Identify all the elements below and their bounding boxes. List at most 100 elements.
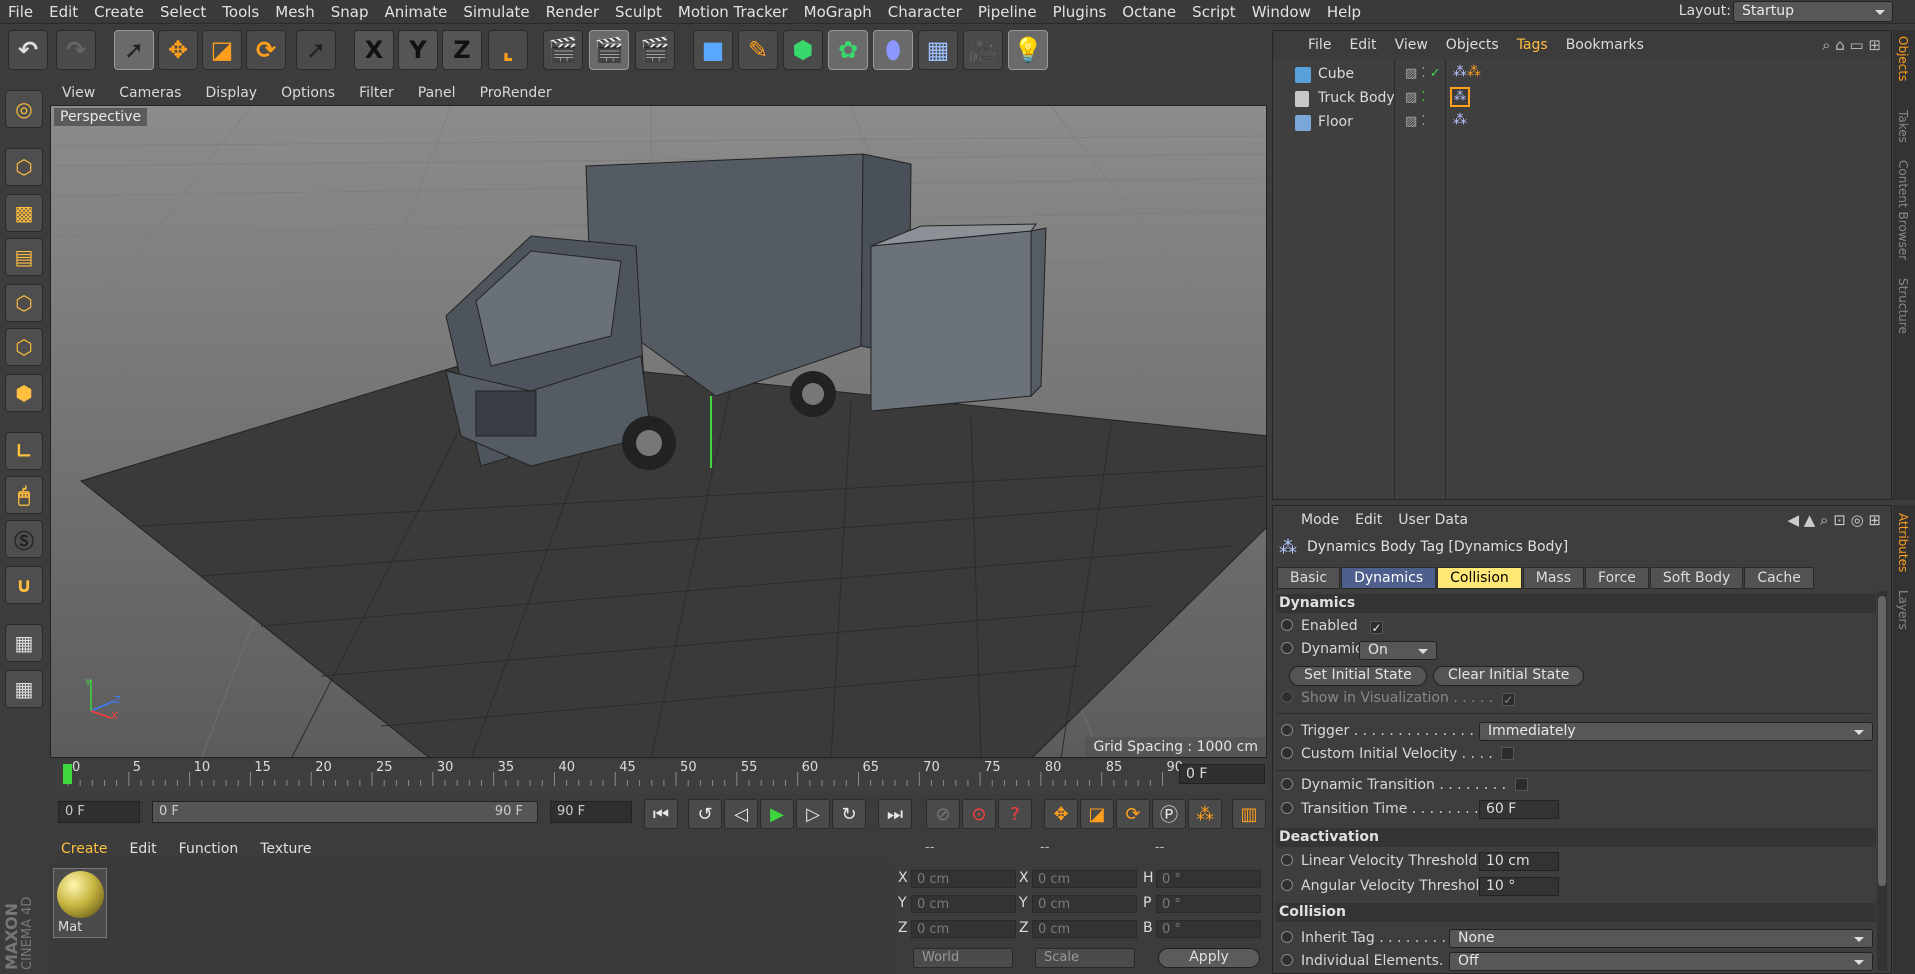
axis-x-button[interactable]: X (354, 30, 394, 70)
redo-icon[interactable]: ↷ (56, 30, 96, 70)
workplane-mode-icon[interactable]: ▤ (5, 238, 43, 276)
attr-menu-user-data[interactable]: User Data (1390, 512, 1476, 528)
end-frame-field[interactable]: 90 F (550, 801, 632, 823)
menu-character[interactable]: Character (880, 3, 970, 21)
animate-radio[interactable] (1281, 642, 1293, 654)
dynamics-tag-icon-selected[interactable]: ⁂ (1450, 87, 1470, 107)
rotation-p-field[interactable]: 0 ° (1156, 895, 1261, 913)
trigger-dropdown[interactable]: Immediately (1479, 722, 1873, 741)
render-view-icon[interactable]: 🎬 (543, 30, 583, 70)
go-to-end-icon[interactable]: ⏭ (878, 799, 912, 829)
transition-time-field[interactable]: 60 F (1479, 800, 1559, 819)
object-row-truck-body[interactable]: Truck Body ▨ ⁚ ⁂ (1273, 87, 1891, 111)
menu-file[interactable]: File (0, 3, 41, 21)
position-z-field[interactable]: 0 cm (911, 920, 1016, 938)
objects-menu-edit[interactable]: Edit (1340, 37, 1385, 53)
move-icon[interactable]: ✥ (158, 30, 198, 70)
visibility-toggle[interactable]: ▨ ⁚ ✓ (1405, 66, 1441, 81)
objects-menu-bookmarks[interactable]: Bookmarks (1557, 37, 1653, 53)
scrollbar-thumb[interactable] (1878, 596, 1886, 886)
attr-nav-icons[interactable]: ◀ ▲ ⌕ ⊡ ◎ ⊞ (1787, 511, 1881, 529)
coordinate-mode-dropdown[interactable]: Scale (1035, 948, 1135, 968)
objects-menu-objects[interactable]: Objects (1437, 37, 1508, 53)
object-row-cube[interactable]: Cube ▨ ⁚ ✓ ⁂⁂ (1273, 63, 1891, 87)
enabled-checkbox[interactable]: ✓ (1370, 621, 1384, 634)
material-menu-create[interactable]: Create (50, 841, 119, 857)
animate-radio[interactable] (1281, 778, 1293, 790)
deformer-icon[interactable]: ⬮ (873, 30, 913, 70)
material-swatch[interactable]: Mat (53, 868, 107, 938)
cube-object-icon[interactable]: ■ (693, 30, 733, 70)
individual-elements-dropdown[interactable]: Off (1449, 952, 1873, 971)
inherit-tag-dropdown[interactable]: None (1449, 929, 1873, 948)
prev-frame-icon[interactable]: ◁ (724, 799, 758, 829)
animate-radio[interactable] (1281, 691, 1293, 703)
animate-radio[interactable] (1281, 802, 1293, 814)
axis-y-button[interactable]: Y (398, 30, 438, 70)
size-x-field[interactable]: 0 cm (1032, 870, 1137, 888)
subdivision-surface-icon[interactable]: ⬢ (783, 30, 823, 70)
autokey-icon[interactable]: ⊙ (962, 799, 996, 829)
objects-search-icon[interactable]: ⌕ ⌂ ▭ ⊞ (1822, 36, 1881, 54)
material-menu-texture[interactable]: Texture (249, 841, 322, 857)
make-editable-icon[interactable]: ◎ (5, 90, 43, 128)
menu-mesh[interactable]: Mesh (267, 3, 323, 21)
coordinate-system-icon[interactable]: ⌞ (488, 30, 528, 70)
tab-mass[interactable]: Mass (1522, 567, 1585, 589)
menu-animate[interactable]: Animate (377, 3, 456, 21)
position-y-field[interactable]: 0 cm (911, 895, 1016, 913)
apply-button[interactable]: Apply (1158, 948, 1260, 968)
cloner-icon[interactable]: ✿ (828, 30, 868, 70)
next-frame-icon[interactable]: ▷ (796, 799, 830, 829)
menu-tools[interactable]: Tools (214, 3, 267, 21)
collider-tag-icon[interactable]: ⁂ (1453, 112, 1467, 128)
tab-basic[interactable]: Basic (1277, 567, 1341, 589)
points-mode-icon[interactable]: ⬡ (5, 284, 43, 322)
start-frame-field[interactable]: 0 F (58, 801, 140, 823)
rotate-icon[interactable]: ⟳ (246, 30, 286, 70)
key-pla-icon[interactable]: ⁂ (1188, 799, 1222, 829)
menu-motion-tracker[interactable]: Motion Tracker (670, 3, 796, 21)
spline-pen-icon[interactable]: ✎ (738, 30, 778, 70)
angular-velocity-field[interactable]: 10 ° (1479, 877, 1559, 896)
material-menu-edit[interactable]: Edit (119, 841, 168, 857)
menu-snap[interactable]: Snap (323, 3, 377, 21)
tab-soft-body[interactable]: Soft Body (1649, 567, 1744, 589)
timeline-window-icon[interactable]: ▥ (1232, 799, 1266, 829)
animate-radio[interactable] (1281, 854, 1293, 866)
viewport-menu-cameras[interactable]: Cameras (107, 85, 193, 101)
tab-force[interactable]: Force (1585, 567, 1649, 589)
menu-plugins[interactable]: Plugins (1045, 3, 1115, 21)
polygons-mode-icon[interactable]: ⬢ (5, 374, 43, 412)
timeline-ruler[interactable]: 0 5 10 15 20 25 30 35 40 45 50 55 60 65 70 75 80 85 90 0 F (50, 760, 1267, 794)
side-tab-attributes[interactable]: Attributes (1896, 513, 1910, 572)
menu-edit[interactable]: Edit (41, 3, 86, 21)
scale-icon[interactable]: ◪ (202, 30, 242, 70)
viewport-menu-display[interactable]: Display (193, 85, 269, 101)
perspective-viewport[interactable]: Perspective Y Z X Grid Spacing : 1000 cm (50, 105, 1267, 758)
menu-simulate[interactable]: Simulate (455, 3, 537, 21)
menu-pipeline[interactable]: Pipeline (970, 3, 1045, 21)
attribute-scrollbar[interactable] (1877, 591, 1887, 971)
linear-velocity-field[interactable]: 10 cm (1479, 852, 1559, 871)
side-tab-layers[interactable]: Layers (1896, 590, 1910, 630)
dynamics-tag-icon[interactable]: ⁂⁂ (1453, 64, 1481, 80)
key-rotation-icon[interactable]: ⟳ (1116, 799, 1150, 829)
undo-icon[interactable]: ↶ (8, 30, 48, 70)
dynamic-transition-checkbox[interactable] (1514, 778, 1528, 791)
live-select-icon[interactable]: ➚ (114, 30, 154, 70)
size-z-field[interactable]: 0 cm (1032, 920, 1137, 938)
menu-window[interactable]: Window (1244, 3, 1319, 21)
record-keys-icon[interactable]: ⊘ (926, 799, 960, 829)
side-tab-structure[interactable]: Structure (1896, 278, 1910, 334)
rotation-h-field[interactable]: 0 ° (1156, 870, 1261, 888)
layout-select[interactable]: Startup (1733, 1, 1893, 22)
visibility-toggle[interactable]: ▨ ⁚ (1405, 90, 1426, 105)
next-key-icon[interactable]: ↻ (832, 799, 866, 829)
menu-script[interactable]: Script (1184, 3, 1244, 21)
keyframe-selection-icon[interactable]: ? (998, 799, 1032, 829)
animate-radio[interactable] (1281, 879, 1293, 891)
objects-menu-file[interactable]: File (1299, 37, 1340, 53)
snapping-icon[interactable]: Ⓢ (5, 520, 43, 558)
render-settings-icon[interactable]: 🎬 (635, 30, 675, 70)
